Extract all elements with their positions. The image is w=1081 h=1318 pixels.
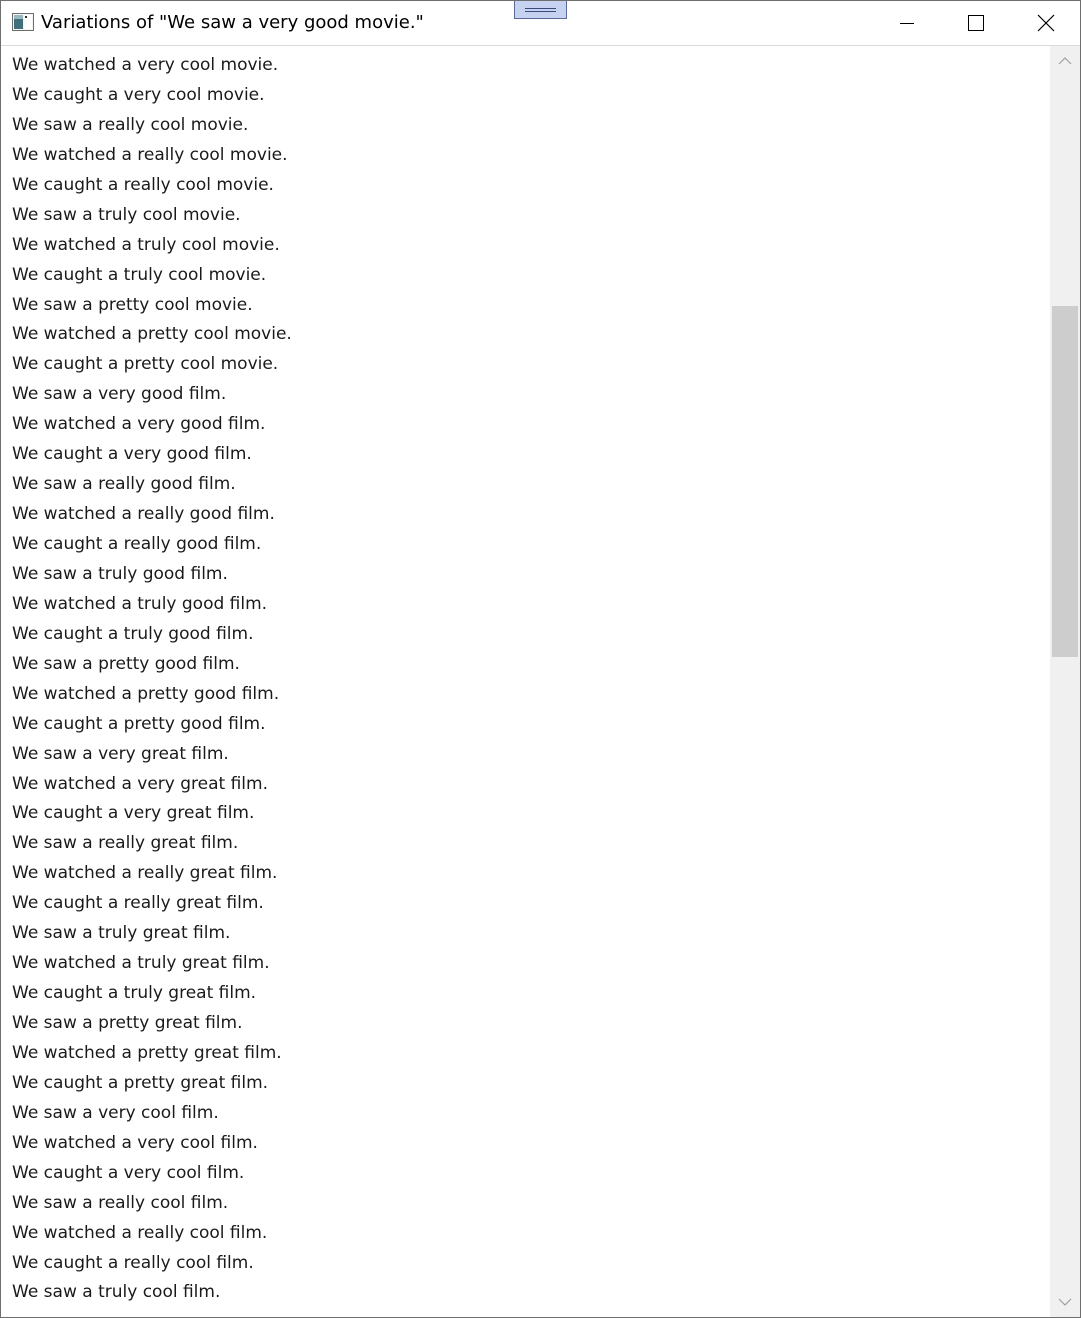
list-item[interactable]: We saw a very cool film. xyxy=(12,1100,1050,1130)
list-item[interactable]: We watched a really cool movie. xyxy=(12,142,1050,172)
list-item[interactable]: We watched a very good film. xyxy=(12,411,1050,441)
list-item[interactable]: We watched a very cool film. xyxy=(12,1130,1050,1160)
list-item[interactable]: We watched a truly cool movie. xyxy=(12,232,1050,262)
close-button[interactable] xyxy=(1011,1,1080,45)
vertical-scrollbar[interactable] xyxy=(1050,46,1080,1317)
list-item[interactable]: We saw a really good film. xyxy=(12,471,1050,501)
list-item[interactable]: We saw a truly great film. xyxy=(12,920,1050,950)
window-title: Variations of "We saw a very good movie.… xyxy=(41,12,424,33)
maximize-icon xyxy=(967,15,984,31)
list-item[interactable]: We watched a very great film. xyxy=(12,771,1050,801)
list-item[interactable]: We caught a very good film. xyxy=(12,441,1050,471)
variations-list: We watched a very cool movie. We caught a… xyxy=(1,46,1050,1309)
minimize-button[interactable] xyxy=(872,1,941,45)
chevron-up-icon xyxy=(1058,57,1072,65)
list-item[interactable]: We caught a really great film. xyxy=(12,890,1050,920)
minimize-icon xyxy=(899,23,914,24)
list-item[interactable]: We caught a pretty great film. xyxy=(12,1070,1050,1100)
list-item[interactable]: We saw a truly cool movie. xyxy=(12,202,1050,232)
list-item[interactable]: We caught a pretty cool movie. xyxy=(12,351,1050,381)
list-item[interactable]: We caught a pretty good film. xyxy=(12,711,1050,741)
scroll-thumb[interactable] xyxy=(1052,306,1078,657)
list-item[interactable]: We saw a pretty cool movie. xyxy=(12,292,1050,322)
list-item[interactable]: We caught a really cool film. xyxy=(12,1250,1050,1280)
close-icon xyxy=(1037,14,1054,32)
list-item[interactable]: We watched a pretty great film. xyxy=(12,1040,1050,1070)
list-item[interactable]: We saw a truly cool film. xyxy=(12,1279,1050,1309)
list-item[interactable]: We watched a really great film. xyxy=(12,860,1050,890)
list-item[interactable]: We saw a really cool movie. xyxy=(12,112,1050,142)
list-item[interactable]: We caught a very cool film. xyxy=(12,1160,1050,1190)
maximize-button[interactable] xyxy=(941,1,1010,45)
variations-list-view[interactable]: We watched a very cool movie. We caught a… xyxy=(1,46,1050,1317)
title-bar[interactable]: Variations of "We saw a very good movie.… xyxy=(1,1,1080,46)
list-item[interactable]: We caught a very great film. xyxy=(12,800,1050,830)
grip-handle-icon[interactable] xyxy=(514,1,567,19)
list-item[interactable]: We watched a truly great film. xyxy=(12,950,1050,980)
list-item[interactable]: We caught a truly great film. xyxy=(12,980,1050,1010)
list-item[interactable]: We watched a very cool movie. xyxy=(12,52,1050,82)
app-window: Variations of "We saw a very good movie.… xyxy=(0,0,1081,1318)
list-item[interactable]: We caught a really good film. xyxy=(12,531,1050,561)
window-app-icon[interactable] xyxy=(12,13,34,31)
chevron-down-icon xyxy=(1058,1298,1072,1306)
list-item[interactable]: We caught a truly cool movie. xyxy=(12,262,1050,292)
list-item[interactable]: We watched a truly good film. xyxy=(12,591,1050,621)
list-item[interactable]: We saw a pretty great film. xyxy=(12,1010,1050,1040)
list-item[interactable]: We saw a really great film. xyxy=(12,830,1050,860)
list-item[interactable]: We watched a really cool film. xyxy=(12,1220,1050,1250)
list-item[interactable]: We saw a really cool film. xyxy=(12,1190,1050,1220)
list-item[interactable]: We caught a really cool movie. xyxy=(12,172,1050,202)
list-item[interactable]: We watched a pretty cool movie. xyxy=(12,321,1050,351)
list-item[interactable]: We saw a very great film. xyxy=(12,741,1050,771)
list-item[interactable]: We caught a truly good film. xyxy=(12,621,1050,651)
list-item[interactable]: We saw a pretty good film. xyxy=(12,651,1050,681)
list-item[interactable]: We watched a pretty good film. xyxy=(12,681,1050,711)
scroll-up-button[interactable] xyxy=(1050,46,1080,76)
list-item[interactable]: We caught a very cool movie. xyxy=(12,82,1050,112)
scroll-down-button[interactable] xyxy=(1050,1287,1080,1317)
list-item[interactable]: We watched a really good film. xyxy=(12,501,1050,531)
list-item[interactable]: We saw a truly good film. xyxy=(12,561,1050,591)
list-item[interactable]: We saw a very good film. xyxy=(12,381,1050,411)
